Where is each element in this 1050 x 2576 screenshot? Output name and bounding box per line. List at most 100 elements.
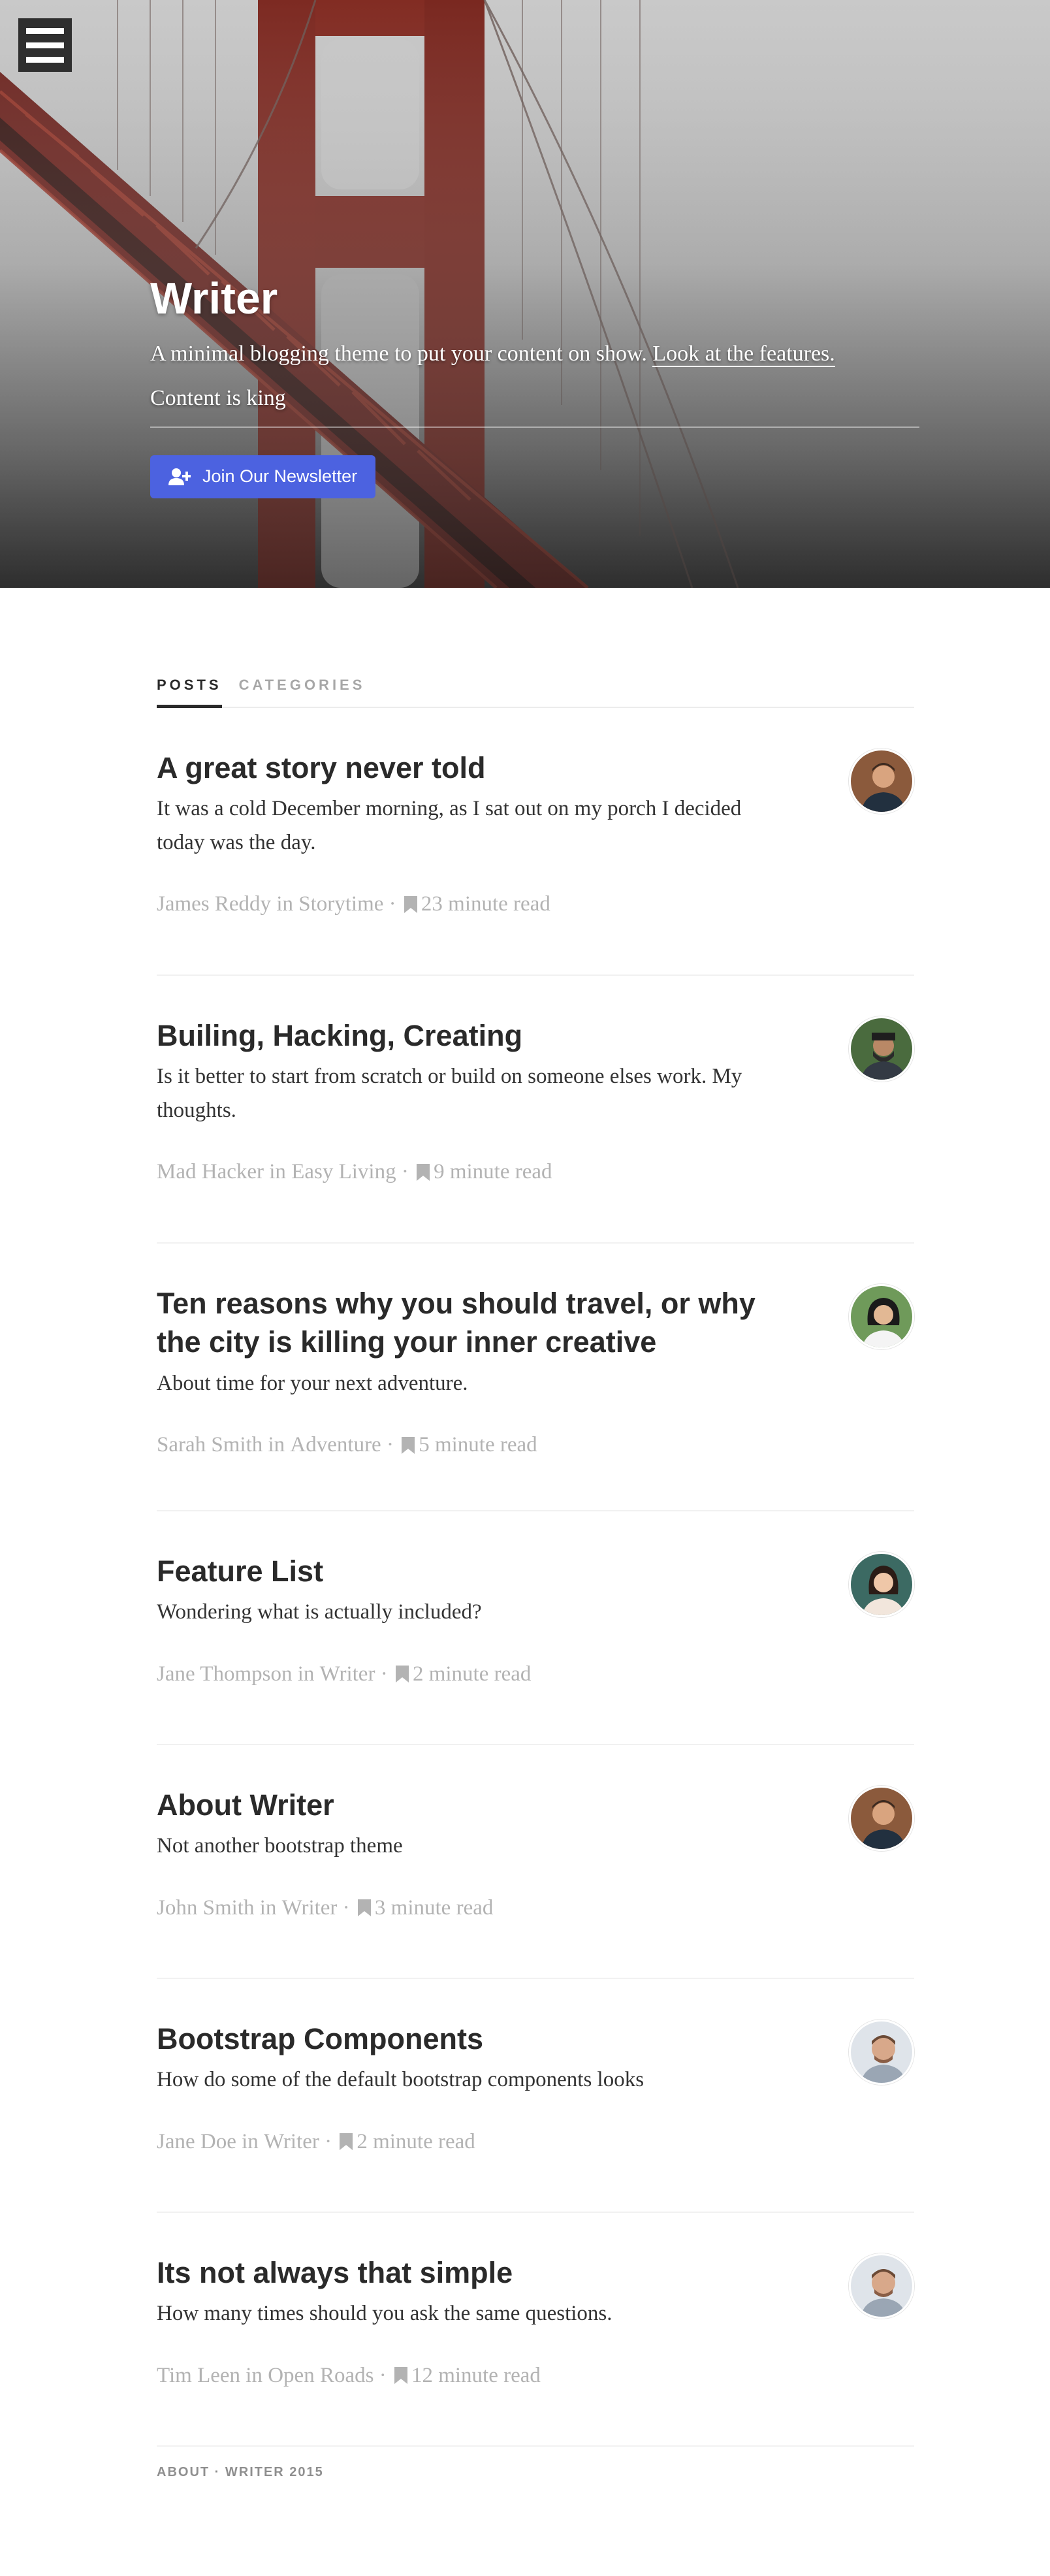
meta-separator: · xyxy=(379,2363,387,2387)
post-read-time: 2 minute read xyxy=(357,2129,475,2153)
post-read-time: 5 minute read xyxy=(419,1433,537,1457)
post-meta-in: in xyxy=(297,1662,315,1686)
post-title[interactable]: Its not always that simple xyxy=(157,2253,784,2292)
hero-content: Writer A minimal blogging theme to put y… xyxy=(150,274,921,498)
tab-categories[interactable]: CATEGORIES xyxy=(239,666,366,708)
post-meta: Jane Doe in Writer · 2 minute read xyxy=(157,2130,914,2154)
post-category[interactable]: Storytime xyxy=(298,892,383,916)
meta-separator: · xyxy=(401,1160,409,1184)
newsletter-button-label: Join Our Newsletter xyxy=(202,466,358,487)
bookmark-icon xyxy=(340,2133,353,2151)
bookmark-icon xyxy=(402,1436,415,1454)
post-excerpt: It was a cold December morning, as I sat… xyxy=(157,797,742,854)
content-tabs: POSTS CATEGORIES xyxy=(157,666,914,708)
post-read-time: 12 minute read xyxy=(411,2363,541,2387)
site-footer: ABOUT · WRITER 2015 xyxy=(157,2465,324,2479)
avatar-image xyxy=(851,1018,912,1080)
post-meta-in: in xyxy=(242,2129,259,2153)
post-category[interactable]: Writer xyxy=(264,2130,319,2154)
site-description: A minimal blogging theme to put your con… xyxy=(150,341,921,367)
post-read-time: 23 minute read xyxy=(421,892,550,916)
avatar-image xyxy=(851,1554,912,1615)
post-item: Its not always that simple How many time… xyxy=(157,2213,914,2447)
post-meta: Sarah Smith in Adventure · 5 minute read xyxy=(157,1433,914,1457)
bookmark-icon xyxy=(395,1666,409,1683)
avatar-image xyxy=(851,2255,912,2317)
post-meta-in: in xyxy=(268,1433,285,1457)
post-title[interactable]: A great story never told xyxy=(157,749,784,787)
meta-separator: · xyxy=(325,2129,332,2153)
bookmark-icon xyxy=(357,1899,371,1917)
hero-divider xyxy=(150,426,919,428)
post-title[interactable]: Builing, Hacking, Creating xyxy=(157,1016,784,1055)
author-avatar[interactable] xyxy=(849,1016,914,1082)
post-title[interactable]: Ten reasons why you should travel, or wh… xyxy=(157,1284,784,1362)
post-author[interactable]: Tim Leen xyxy=(157,2364,240,2388)
post-author[interactable]: Jane Thompson xyxy=(157,1662,292,1686)
post-read-time: 2 minute read xyxy=(412,1662,532,1686)
post-read-time: 3 minute read xyxy=(374,1895,494,1920)
newsletter-button[interactable]: Join Our Newsletter xyxy=(150,455,376,498)
author-avatar[interactable] xyxy=(849,1552,914,1617)
post-author[interactable]: Mad Hacker xyxy=(157,1160,264,1184)
bookmark-icon xyxy=(394,2367,407,2385)
author-avatar[interactable] xyxy=(849,1786,914,1851)
author-avatar[interactable] xyxy=(849,749,914,814)
post-meta-in: in xyxy=(276,892,293,916)
bookmark-icon xyxy=(417,1163,430,1181)
post-meta-in: in xyxy=(246,2363,262,2387)
post-excerpt: How many times should you ask the same q… xyxy=(157,2302,612,2326)
post-title[interactable]: Feature List xyxy=(157,1552,784,1590)
post-category[interactable]: Writer xyxy=(282,1896,338,1920)
post-meta-in: in xyxy=(269,1160,286,1184)
author-avatar[interactable] xyxy=(849,2253,914,2319)
avatar-image xyxy=(851,1788,912,1849)
hero-banner: Writer A minimal blogging theme to put y… xyxy=(0,0,1050,588)
author-avatar[interactable] xyxy=(849,2020,914,2085)
hamburger-icon-bar xyxy=(26,56,64,63)
post-excerpt: About time for your next adventure. xyxy=(157,1371,468,1395)
post-category[interactable]: Open Roads xyxy=(268,2364,374,2388)
post-author[interactable]: Jane Doe xyxy=(157,2130,236,2154)
features-link[interactable]: Look at the features. xyxy=(652,341,835,367)
avatar-image xyxy=(851,1286,912,1347)
meta-separator: · xyxy=(342,1895,350,1920)
post-author[interactable]: James Reddy xyxy=(157,892,271,916)
post-item: Builing, Hacking, Creating Is it better … xyxy=(157,976,914,1244)
post-meta: Jane Thompson in Writer · 2 minute read xyxy=(157,1662,914,1686)
post-meta-in: in xyxy=(259,1895,277,1920)
post-author[interactable]: John Smith xyxy=(157,1896,254,1920)
post-title[interactable]: About Writer xyxy=(157,1786,784,1824)
post-item: Bootstrap Components How do some of the … xyxy=(157,1979,914,2213)
tab-posts[interactable]: POSTS xyxy=(157,666,222,708)
post-excerpt: Not another bootstrap theme xyxy=(157,1834,403,1858)
post-excerpt: Is it better to start from scratch or bu… xyxy=(157,1065,742,1122)
meta-separator: · xyxy=(386,1433,394,1457)
post-category[interactable]: Easy Living xyxy=(291,1160,396,1184)
site-description-text: A minimal blogging theme to put your con… xyxy=(150,341,647,366)
post-meta: John Smith in Writer · 3 minute read xyxy=(157,1896,914,1920)
post-meta: Mad Hacker in Easy Living · 9 minute rea… xyxy=(157,1160,914,1184)
post-meta: Tim Leen in Open Roads · 12 minute read xyxy=(157,2364,914,2388)
post-author[interactable]: Sarah Smith xyxy=(157,1433,262,1457)
post-item: About Writer Not another bootstrap theme… xyxy=(157,1745,914,1979)
post-category[interactable]: Writer xyxy=(320,1662,375,1686)
post-meta: James Reddy in Storytime · 23 minute rea… xyxy=(157,892,914,916)
bookmark-icon xyxy=(404,895,417,913)
site-title: Writer xyxy=(150,274,278,323)
post-item: Ten reasons why you should travel, or wh… xyxy=(157,1244,914,1511)
author-avatar[interactable] xyxy=(849,1284,914,1349)
avatar-image xyxy=(851,2021,912,2083)
meta-separator: · xyxy=(380,1662,388,1686)
avatar-image xyxy=(851,750,912,812)
hamburger-icon-bar xyxy=(26,42,64,48)
menu-button[interactable] xyxy=(18,18,72,72)
post-category[interactable]: Adventure xyxy=(290,1433,381,1457)
post-title[interactable]: Bootstrap Components xyxy=(157,2020,784,2058)
add-user-icon xyxy=(168,468,191,485)
post-excerpt: Wondering what is actually included? xyxy=(157,1600,482,1624)
post-list-section: POSTS CATEGORIES A great story never tol… xyxy=(157,666,914,2447)
post-item: A great story never told It was a cold D… xyxy=(157,708,914,976)
hamburger-icon xyxy=(26,27,64,34)
post-item: Feature List Wondering what is actually … xyxy=(157,1511,914,1745)
